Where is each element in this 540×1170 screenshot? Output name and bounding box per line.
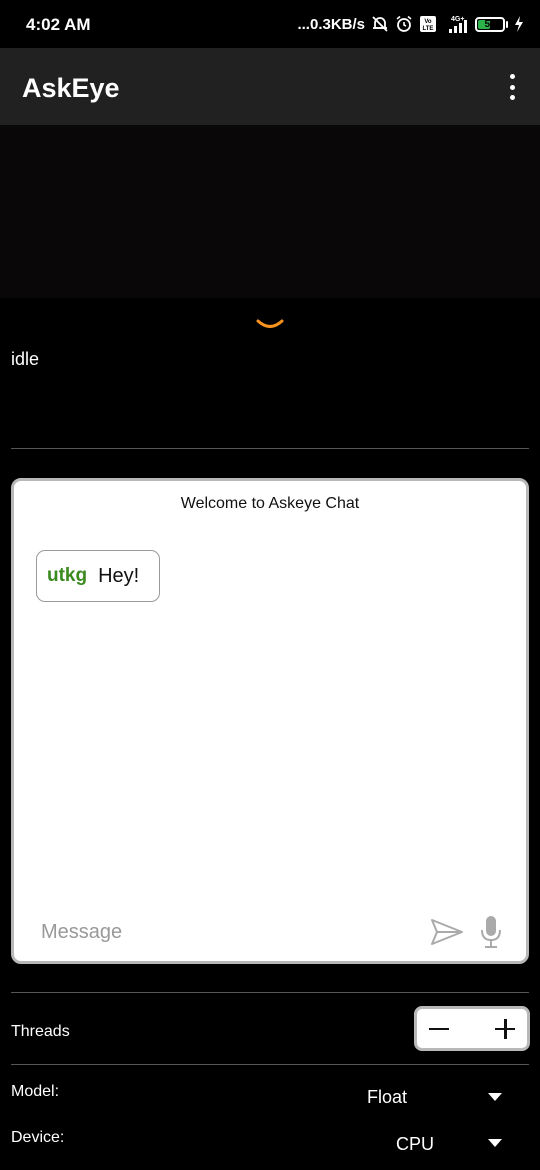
camera-preview bbox=[0, 125, 540, 298]
svg-text:LTE: LTE bbox=[423, 26, 434, 32]
divider bbox=[11, 1064, 529, 1065]
model-select[interactable]: Float bbox=[367, 1087, 407, 1108]
network-type: 4G+ bbox=[451, 16, 464, 23]
app-bar: AskEye bbox=[0, 48, 540, 125]
device-dropdown-arrow-icon[interactable] bbox=[488, 1139, 502, 1147]
device-label: Device: bbox=[11, 1129, 65, 1146]
divider bbox=[11, 448, 529, 449]
message-input[interactable] bbox=[41, 921, 401, 944]
chat-message-bubble: utkg Hey! bbox=[36, 550, 161, 602]
battery-level: 50 bbox=[484, 18, 496, 30]
decrement-button[interactable] bbox=[427, 1017, 451, 1041]
increment-button[interactable] bbox=[493, 1017, 517, 1041]
chevron-down-icon[interactable] bbox=[255, 318, 285, 332]
status-icons: ...0.3KB/s Vo LTE 4G+ 50 bbox=[297, 14, 524, 34]
message-text: Hey! bbox=[98, 564, 140, 587]
message-username: utkg bbox=[47, 565, 88, 586]
app-title: AskEye bbox=[22, 73, 120, 103]
overflow-menu-icon[interactable] bbox=[506, 74, 518, 100]
chat-welcome-text: Welcome to Askeye Chat bbox=[180, 495, 360, 512]
battery-icon: 50 bbox=[475, 16, 508, 32]
alarm-icon bbox=[396, 15, 412, 32]
network-speed: ...0.3KB/s bbox=[297, 15, 365, 33]
send-icon[interactable] bbox=[430, 917, 464, 947]
divider bbox=[11, 992, 529, 993]
mic-icon[interactable] bbox=[480, 915, 502, 949]
model-dropdown-arrow-icon[interactable] bbox=[488, 1093, 502, 1101]
signal-icon: 4G+ bbox=[449, 16, 467, 33]
model-label: Model: bbox=[11, 1083, 60, 1100]
status-bar: 4:02 AM ...0.3KB/s Vo LTE 4G+ 50 bbox=[0, 0, 540, 48]
svg-text:Vo: Vo bbox=[424, 19, 432, 25]
device-select[interactable]: CPU bbox=[396, 1134, 434, 1155]
charging-icon bbox=[515, 16, 523, 32]
threads-stepper bbox=[414, 1006, 530, 1051]
threads-label: Threads bbox=[11, 1023, 70, 1040]
chat-panel: Welcome to Askeye Chat utkg Hey! bbox=[11, 478, 529, 964]
volte-icon: Vo LTE bbox=[420, 16, 436, 32]
status-time: 4:02 AM bbox=[26, 15, 91, 34]
detection-status: idle bbox=[11, 349, 40, 369]
mute-bell-icon bbox=[372, 16, 388, 32]
